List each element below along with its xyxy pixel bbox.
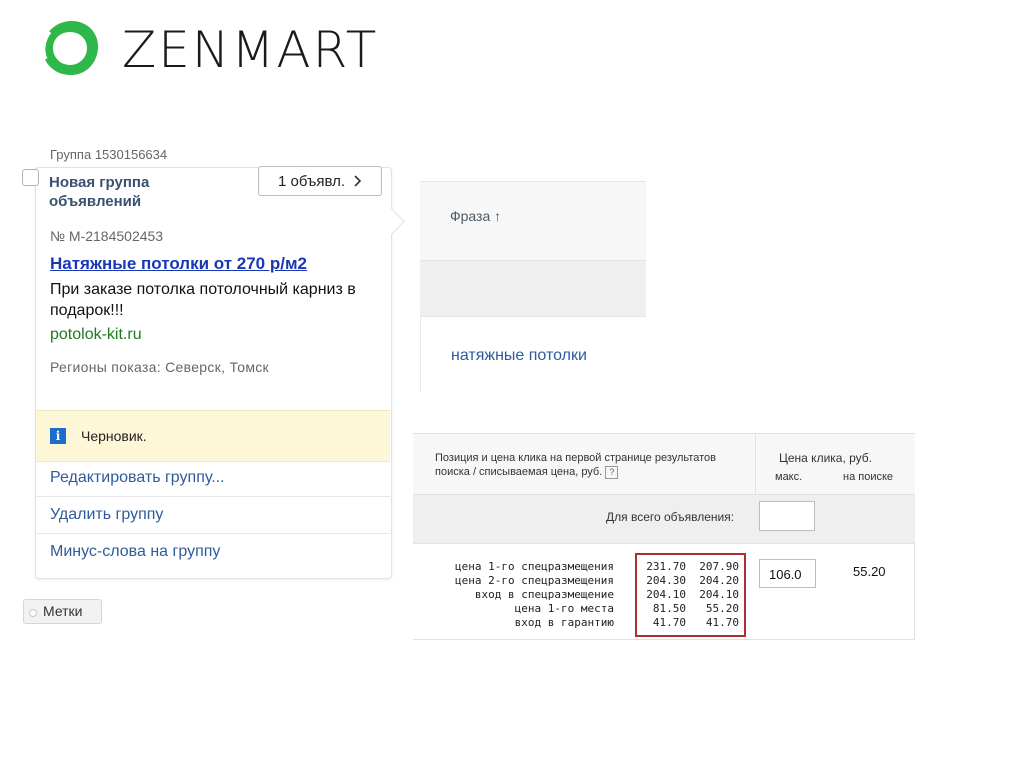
zenmart-logo: ZENMART [36, 14, 396, 82]
bid-price: 231.70 [646, 560, 686, 573]
position-price-row: 204.10 204.10 [637, 588, 744, 602]
position-header-text: Позиция и цена клика на первой странице … [435, 452, 716, 478]
ad-text: При заказе потолка потолочный карниз в п… [50, 281, 356, 319]
zenmart-ring-logo-icon [42, 20, 99, 76]
position-price-row: 81.50 55.20 [637, 602, 744, 616]
position-price-row: 204.30 204.20 [637, 574, 744, 588]
position-prices-highlight: 231.70 207.90 204.30 204.20 204.10 204.1… [635, 553, 746, 637]
ads-count-label: 1 объявл. [278, 172, 345, 190]
delete-group-link[interactable]: Удалить группу [36, 498, 390, 534]
phrase-sort-header[interactable]: Фраза ↑ [450, 208, 501, 224]
group-id-label: Группа 1530156634 [50, 147, 168, 162]
position-label: цена 1-го спецразмещения [455, 560, 614, 573]
info-icon: i [50, 428, 66, 444]
bid-table-header: Позиция и цена клика на первой странице … [413, 434, 915, 494]
negative-keywords-link[interactable]: Минус-слова на группу [36, 535, 390, 571]
phrase-row: натяжные потолки [420, 317, 646, 391]
labels-button[interactable]: Метки [23, 599, 102, 624]
position-label: вход в спецразмещение [474, 588, 614, 601]
position-label: вход в гарантию [514, 616, 614, 629]
ad-title-link[interactable]: Натяжные потолки от 270 р/м2 [50, 254, 307, 274]
draft-status-bar: i Черновик. [36, 410, 390, 462]
position-labels: цена 1-го спецразмещения цена 2-го спецр… [433, 560, 614, 630]
position-header: Позиция и цена клика на первой странице … [435, 451, 735, 479]
search-price-value: 55.20 [853, 564, 886, 579]
tag-dot-icon [29, 609, 37, 617]
ad-number: № M-2184502453 [50, 228, 164, 244]
for-all-row: Для всего объявления: [413, 494, 915, 544]
labels-button-label: Метки [43, 603, 83, 619]
group-name[interactable]: Новая группа объявлений [49, 173, 199, 211]
help-icon[interactable]: ? [605, 465, 619, 479]
position-price-row: 41.70 41.70 [637, 616, 744, 630]
max-column-header: макс. [775, 471, 803, 483]
charged-price: 204.10 [699, 588, 739, 601]
phrase-link[interactable]: натяжные потолки [451, 347, 587, 365]
edit-group-label: Редактировать группу... [50, 469, 225, 486]
position-price-row: 231.70 207.90 [637, 560, 744, 574]
search-column-header: на поиске [843, 471, 894, 483]
charged-price: 41.70 [705, 616, 739, 629]
phrases-panel: Фраза ↑ натяжные потолки [420, 181, 646, 391]
group-select-checkbox[interactable] [22, 169, 39, 186]
negative-keywords-label: Минус-слова на группу [50, 543, 221, 560]
charged-price: 55.20 [705, 602, 739, 615]
max-bid-input[interactable]: 106.0 [759, 559, 816, 588]
edit-group-link[interactable]: Редактировать группу... [36, 461, 390, 497]
bid-price: 41.70 [652, 616, 686, 629]
delete-group-label: Удалить группу [50, 506, 164, 523]
phrases-header: Фраза ↑ [420, 181, 646, 261]
logo-wordmark: ZENMART [122, 21, 379, 79]
click-price-header: Цена клика, руб. [779, 451, 873, 465]
bid-table: Позиция и цена клика на первой странице … [413, 433, 915, 640]
ads-count-button[interactable]: 1 объявл. [258, 166, 382, 196]
position-label: цена 1-го места [514, 602, 614, 615]
position-label: цена 2-го спецразмещения [455, 574, 614, 587]
chevron-right-icon [354, 175, 362, 187]
phrases-subheader [420, 261, 646, 317]
header-divider [755, 434, 756, 494]
bid-price: 204.30 [646, 574, 686, 587]
draft-status-text: Черновик. [81, 428, 147, 444]
ad-display-url: potolok-kit.ru [50, 326, 142, 343]
charged-price: 204.20 [699, 574, 739, 587]
for-all-bid-input[interactable] [759, 501, 815, 531]
for-all-label: Для всего объявления: [606, 510, 735, 524]
ad-regions: Регионы показа: Северск, Томск [50, 359, 269, 375]
bid-price: 204.10 [646, 588, 686, 601]
charged-price: 207.90 [699, 560, 739, 573]
bid-price: 81.50 [652, 602, 686, 615]
